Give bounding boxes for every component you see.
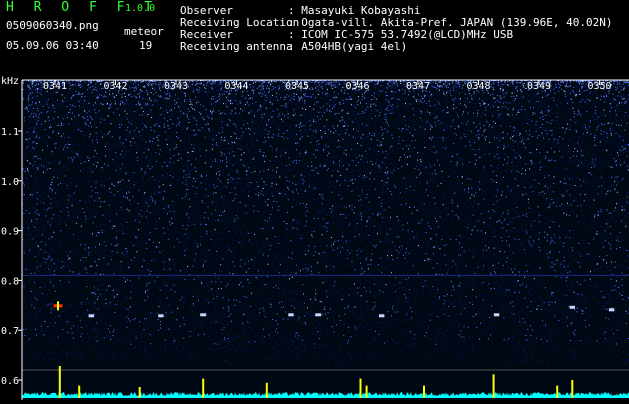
activity-spike [571, 380, 574, 398]
echo-burst [88, 314, 94, 318]
x-tick-label: 0350 [588, 81, 612, 92]
activity-spike [556, 385, 559, 398]
echo-highlight [57, 301, 59, 311]
activity-spike [365, 385, 368, 398]
spectrogram-svg: kHz 0.6 0.7 0.8 0.9 1.0 1.1 0341 0342 0343 0344 034… [1, 76, 629, 400]
x-tick-label: 0341 [43, 81, 67, 92]
y-tick-label: 1.1 [1, 127, 19, 138]
activity-spike [423, 385, 425, 398]
echo-burst [315, 313, 322, 317]
echo-core [158, 314, 164, 318]
activity-spike [265, 382, 268, 398]
echo-burst [200, 313, 207, 317]
y-tick-label: 1.0 [1, 177, 19, 188]
echo-core [493, 313, 500, 317]
echo-burst [569, 305, 575, 309]
x-tick-label: 0347 [406, 81, 430, 92]
activity-spike [58, 366, 61, 398]
activity-spike [138, 387, 141, 398]
echo-core [608, 308, 615, 312]
spectrogram-chart: kHz 0.6 0.7 0.8 0.9 1.0 1.1 0341 0342 0343 0344 034… [0, 0, 629, 400]
activity-spike [78, 385, 81, 398]
y-tick-label: 0.8 [1, 276, 19, 287]
echo-burst [493, 313, 500, 317]
echo-core [379, 314, 385, 318]
echo-core [200, 313, 207, 317]
x-tick-label: 0346 [346, 81, 370, 92]
x-tick-label: 0345 [285, 81, 309, 92]
y-tick-label: 0.7 [1, 326, 19, 337]
echo-burst [379, 314, 385, 318]
x-tick-label: 0342 [104, 81, 128, 92]
echo-core [569, 305, 575, 309]
y-tick-label: 0.9 [1, 227, 19, 238]
x-tick-label: 0349 [527, 81, 551, 92]
x-tick-label: 0344 [225, 81, 249, 92]
y-tick-label: 0.6 [1, 376, 19, 387]
x-tick-label: 0343 [164, 81, 188, 92]
echo-core [315, 313, 322, 317]
activity-spike [492, 374, 495, 398]
echo-burst [158, 314, 164, 318]
x-tick-label: 0348 [467, 81, 491, 92]
echo-core [88, 314, 94, 318]
activity-spike [359, 378, 362, 398]
activity-spike [202, 378, 205, 398]
echo-burst [288, 313, 294, 317]
echo-core [288, 313, 294, 317]
y-axis-label: kHz [1, 76, 19, 87]
echo-burst [608, 308, 615, 312]
